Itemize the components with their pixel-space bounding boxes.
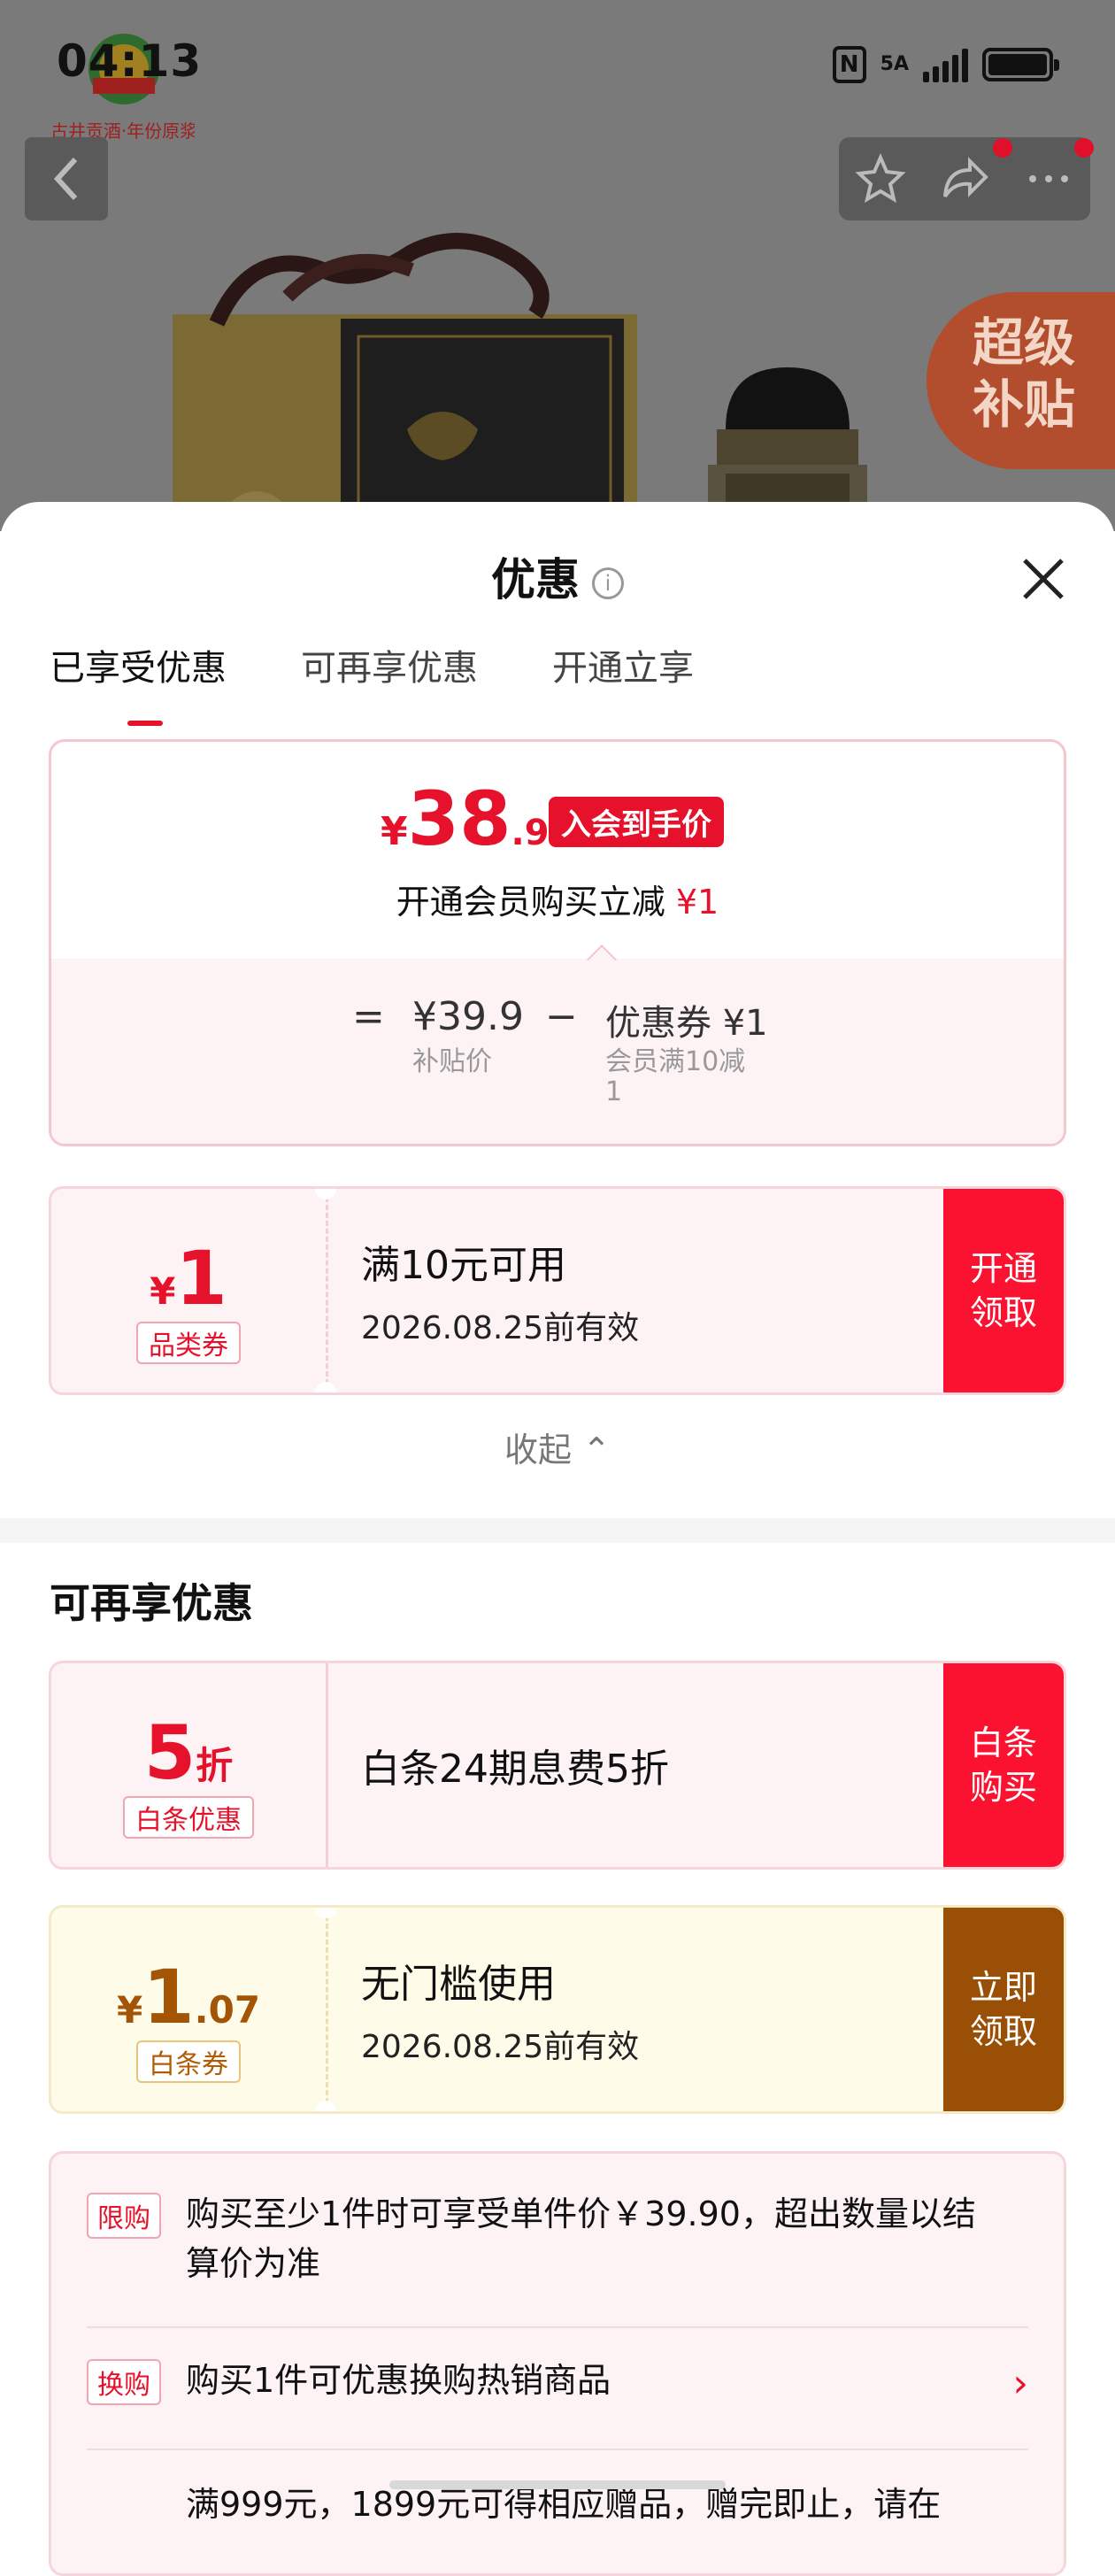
section-divider [0, 1518, 1115, 1543]
member-price-badge: 入会到手价 [549, 797, 724, 847]
category-coupon: ¥1 品类券 满10元可用 2026.08.25前有效 开通 领取 [49, 1186, 1066, 1395]
baitiao-discount-card: 5折 白条优惠 白条24期息费5折 白条 购买 [49, 1661, 1066, 1870]
coupon-notch [315, 1189, 336, 1199]
rule-divider [87, 2326, 1028, 2328]
discount-sheet: 优惠 i 已享受优惠 可再享优惠 开通立享 ¥38.9 入会到手价 开通会员购买立… [0, 502, 1115, 2576]
chevron-left-icon [53, 157, 78, 201]
clock: 04:13 [57, 35, 203, 87]
rule-text: 购买1件可优惠换购热销商品 [186, 2361, 611, 2400]
more-icon[interactable] [1022, 152, 1075, 205]
coupon-title: 无门槛使用 [361, 1962, 556, 2007]
gift-box-image [173, 233, 637, 531]
coupon-notch [315, 2101, 336, 2111]
coupon-tag: 品类券 [51, 1322, 326, 1364]
activate-claim-button[interactable]: 开通 领取 [943, 1189, 1064, 1392]
coupon-deduction: 优惠券 ¥1 [605, 1003, 768, 1044]
subsidy-price: ¥39.9 [412, 994, 524, 1039]
coupon-notch [315, 1382, 336, 1392]
minus-sign: − [545, 994, 578, 1039]
discount-amount: 5折 [143, 1709, 234, 1796]
sheet-title: 优惠 i [0, 544, 1115, 608]
purchase-rules: 限购 购买至少1件时可享受单件价￥39.90，超出数量以结算价为准 换购 购买1… [49, 2151, 1066, 2576]
section-title: 可再享优惠 [50, 1579, 253, 1627]
share-icon[interactable] [938, 152, 991, 205]
network-type: 5A [880, 53, 909, 75]
rule-tag: 换购 [87, 2359, 161, 2405]
coupon-divider [326, 1189, 328, 1392]
baitiao-buy-button[interactable]: 白条 购买 [943, 1663, 1064, 1867]
discount-tag: 白条优惠 [51, 1796, 326, 1839]
rule-text: 购买至少1件时可享受单件价￥39.90，超出数量以结算价为准 [186, 2194, 976, 2283]
claim-now-button[interactable]: 立即 领取 [943, 1908, 1064, 2111]
discount-title: 白条24期息费5折 [361, 1747, 669, 1792]
equals-sign: = [352, 994, 385, 1039]
coupon-tag: 白条券 [51, 2040, 326, 2083]
subsidy-label: 补贴价 [412, 1046, 492, 1077]
tab-enjoyed[interactable]: 已享受优惠 [50, 639, 227, 726]
member-price: ¥38.9 [381, 775, 550, 862]
coupon-title: 满10元可用 [361, 1243, 566, 1288]
coupon-notch [315, 1908, 336, 1918]
coupon-amount: ¥1 [150, 1235, 227, 1322]
back-button[interactable] [25, 137, 108, 220]
battery-icon [982, 48, 1059, 81]
chevron-right-icon: › [1012, 2361, 1028, 2406]
info-icon[interactable]: i [592, 567, 624, 599]
coupon-amount: ¥1.07 [116, 1954, 261, 2040]
tab-more[interactable]: 可再享优惠 [301, 639, 478, 690]
coupon-validity: 2026.08.25前有效 [361, 2029, 640, 2065]
home-indicator [389, 2480, 726, 2489]
chevron-up-icon: ⌃ [582, 1431, 611, 1469]
discount-tabs: 已享受优惠 可再享优惠 开通立享 [50, 639, 694, 726]
coupon-validity: 2026.08.25前有效 [361, 1310, 640, 1346]
price-card: ¥38.9 入会到手价 开通会员购买立减 ¥1 = ¥39.9 补贴价 − 优惠… [49, 739, 1066, 1146]
status-bar: 04:13 N 5A [0, 0, 1115, 133]
baitiao-coupon: ¥1.07 白条券 无门槛使用 2026.08.25前有效 立即 领取 [49, 1905, 1066, 2114]
member-discount-line: 开通会员购买立减 ¥1 [396, 883, 719, 922]
close-icon[interactable] [1019, 555, 1067, 603]
notification-dot [1074, 138, 1094, 158]
signal-icon [923, 47, 968, 82]
rule-tag: 限购 [87, 2193, 161, 2239]
card-divider [326, 1663, 328, 1867]
top-actions [839, 137, 1090, 220]
star-icon[interactable] [854, 152, 907, 205]
collapse-button[interactable]: 收起 ⌃ [0, 1423, 1115, 1471]
rule-divider [87, 2449, 1028, 2450]
coupon-divider [326, 1908, 328, 2111]
super-subsidy-badge: 超级 补贴 [927, 292, 1115, 469]
nfc-icon: N [832, 46, 866, 83]
coupon-desc: 会员满10减 1 [605, 1046, 746, 1107]
notification-dot [993, 138, 1012, 158]
tab-activate[interactable]: 开通立享 [552, 639, 694, 690]
